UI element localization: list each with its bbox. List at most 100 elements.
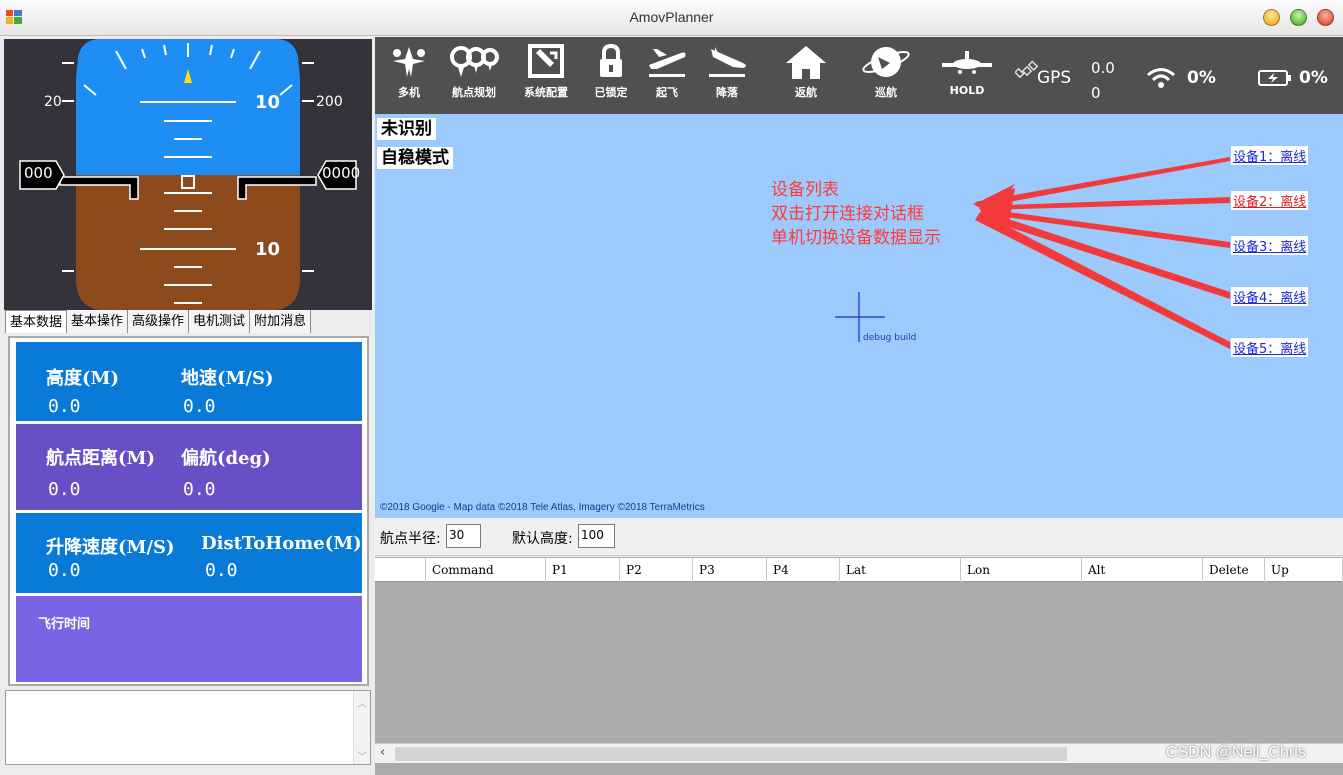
climb-rate-value: 0.0 bbox=[48, 560, 81, 581]
tab-basic-data[interactable]: 基本数据 bbox=[5, 310, 68, 333]
gps-label: GPS bbox=[1037, 68, 1072, 88]
multi-drone-icon bbox=[393, 47, 425, 77]
wp-distance-value: 0.0 bbox=[48, 479, 81, 500]
close-button[interactable] bbox=[1317, 9, 1334, 26]
gps-value-top: 0.0 bbox=[1091, 59, 1115, 77]
takeoff-button[interactable]: 起飞 bbox=[641, 43, 693, 100]
col-p4[interactable]: P4 bbox=[767, 558, 840, 582]
system-config-label: 系统配置 bbox=[524, 86, 568, 99]
return-home-label: 返航 bbox=[795, 86, 817, 99]
stat-climb-home: 升降速度(M/S) 0.0 DistToHome(M) 0.0 bbox=[16, 513, 362, 593]
tab-motor-test[interactable]: 电机测试 bbox=[189, 310, 251, 333]
device-3-link[interactable]: 设备3：离线 bbox=[1231, 236, 1309, 255]
waypoint-plan-button[interactable]: 航点规划 bbox=[441, 43, 507, 100]
yaw-label: 偏航(deg) bbox=[181, 448, 271, 469]
takeoff-icon bbox=[649, 49, 686, 77]
battery-icon bbox=[1258, 70, 1291, 86]
gps-value-bottom: 0 bbox=[1091, 84, 1101, 102]
app-window: AmovPlanner 20 200 10 10 000 0000 基本数据 基… bbox=[0, 0, 1343, 775]
device-list-annotation: 设备列表 双击打开连接对话框 单机切换设备数据显示 bbox=[771, 178, 941, 250]
speed-readout: 000 bbox=[24, 164, 53, 182]
dist-home-label: DistToHome(M) bbox=[201, 533, 362, 554]
left-tabs: 基本数据 基本操作 高级操作 电机测试 附加消息 bbox=[5, 310, 373, 334]
tab-basic-ops[interactable]: 基本操作 bbox=[67, 310, 129, 333]
left-panel: 20 200 10 10 000 0000 基本数据 基本操作 高级操作 电机测… bbox=[0, 37, 375, 775]
altitude-readout: 0000 bbox=[322, 164, 361, 182]
stat-distance-yaw: 航点距离(M) 0.0 偏航(deg) 0.0 bbox=[16, 424, 362, 510]
altitude-value: 0.0 bbox=[48, 396, 81, 417]
col-p2[interactable]: P2 bbox=[620, 558, 693, 582]
annotation-arrows bbox=[835, 157, 1230, 349]
ground-speed-label: 地速(M/S) bbox=[181, 368, 274, 389]
annotation-line-1: 设备列表 bbox=[771, 180, 839, 200]
lock-button[interactable]: 已锁定 bbox=[585, 43, 637, 100]
default-altitude-label: 默认高度: bbox=[512, 531, 573, 547]
landing-label: 降落 bbox=[716, 86, 738, 99]
wp-radius-label: 航点半径: bbox=[380, 531, 441, 547]
yaw-value: 0.0 bbox=[183, 479, 216, 500]
flight-time-label: 飞行时间 bbox=[38, 617, 91, 632]
device-5-link[interactable]: 设备5：离线 bbox=[1231, 338, 1309, 357]
cruise-icon bbox=[862, 47, 910, 77]
col-p1[interactable]: P1 bbox=[546, 558, 620, 582]
multi-drone-button[interactable]: 多机 bbox=[385, 43, 433, 100]
col-alt[interactable]: Alt bbox=[1082, 558, 1203, 582]
tab-extra-messages[interactable]: 附加消息 bbox=[250, 310, 312, 333]
takeoff-label: 起飞 bbox=[656, 86, 678, 99]
battery-value: 0% bbox=[1299, 68, 1328, 88]
signal-value: 0% bbox=[1187, 68, 1216, 88]
col-lat[interactable]: Lat bbox=[840, 558, 961, 582]
watermark: CSDN @Neil_Chris bbox=[1166, 744, 1306, 761]
col-rowheader bbox=[375, 558, 426, 582]
altitude-label: 高度(M) bbox=[46, 368, 119, 389]
message-scrollbar[interactable]: ︿ ﹀ bbox=[353, 691, 370, 764]
grid-header: Command P1 P2 P3 P4 Lat Lon Alt Delete U… bbox=[375, 558, 1343, 582]
scroll-down-icon[interactable]: ﹀ bbox=[354, 748, 370, 763]
system-config-button[interactable]: 系统配置 bbox=[515, 43, 577, 100]
return-home-button[interactable]: 返航 bbox=[777, 43, 835, 100]
device-1-link[interactable]: 设备1：离线 bbox=[1231, 146, 1309, 165]
device-4-link[interactable]: 设备4：离线 bbox=[1231, 287, 1309, 306]
wp-distance-label: 航点距离(M) bbox=[46, 448, 155, 469]
map-view[interactable]: 未识别 自稳模式 设备1：离线 设备2：离线 设备3：离线 设备4：离线 设备5… bbox=[375, 114, 1343, 518]
default-altitude-input[interactable]: 100 bbox=[578, 524, 615, 548]
scroll-up-icon[interactable]: ︿ bbox=[354, 695, 370, 710]
device-2-link[interactable]: 设备2：离线 bbox=[1231, 191, 1309, 210]
minimize-button[interactable] bbox=[1263, 9, 1280, 26]
hold-button[interactable]: HOLD bbox=[935, 43, 999, 97]
hold-label: HOLD bbox=[949, 84, 985, 97]
title-bar: AmovPlanner bbox=[0, 0, 1343, 36]
dist-home-value: 0.0 bbox=[205, 560, 238, 581]
landing-button[interactable]: 降落 bbox=[701, 43, 753, 100]
speed-scale-label: 20 bbox=[44, 94, 62, 110]
col-delete[interactable]: Delete bbox=[1203, 558, 1265, 582]
annotation-line-3: 单机切换设备数据显示 bbox=[771, 228, 941, 248]
message-textbox[interactable]: ︿ ﹀ bbox=[5, 690, 371, 765]
scrollbar-thumb[interactable] bbox=[395, 747, 1067, 761]
waypoint-plan-icon bbox=[450, 46, 499, 77]
pitch-label-lower: 10 bbox=[255, 239, 281, 260]
col-command[interactable]: Command bbox=[426, 558, 546, 582]
climb-rate-label: 升降速度(M/S) bbox=[46, 537, 175, 558]
col-lon[interactable]: Lon bbox=[961, 558, 1082, 582]
attitude-indicator: 20 200 10 10 000 0000 bbox=[4, 39, 372, 310]
satellite-icon bbox=[1015, 60, 1039, 79]
col-up[interactable]: Up bbox=[1265, 558, 1343, 582]
home-icon bbox=[786, 46, 826, 79]
cruise-button[interactable]: 巡航 bbox=[857, 43, 915, 100]
waypoint-plan-label: 航点规划 bbox=[452, 86, 496, 99]
scroll-left-icon[interactable]: ‹ bbox=[380, 745, 385, 760]
col-p3[interactable]: P3 bbox=[693, 558, 767, 582]
hold-icon bbox=[942, 51, 992, 74]
ground-speed-value: 0.0 bbox=[183, 396, 216, 417]
annotation-line-2: 双击打开连接对话框 bbox=[771, 204, 924, 224]
wifi-signal-icon bbox=[1147, 68, 1175, 88]
tab-advanced-ops[interactable]: 高级操作 bbox=[128, 310, 190, 333]
multi-drone-label: 多机 bbox=[398, 86, 420, 99]
maximize-button[interactable] bbox=[1290, 9, 1307, 26]
altitude-scale-label: 200 bbox=[316, 94, 343, 110]
stat-altitude-speed: 高度(M) 0.0 地速(M/S) 0.0 bbox=[16, 342, 362, 421]
attitude-indicator-graphic bbox=[19, 39, 357, 310]
top-toolbar: 多机 航点规划 系统配置 已锁定 起飞 降落 返航 巡航 HOLD GPS 0.… bbox=[375, 37, 1343, 114]
wp-radius-input[interactable]: 30 bbox=[446, 524, 481, 548]
